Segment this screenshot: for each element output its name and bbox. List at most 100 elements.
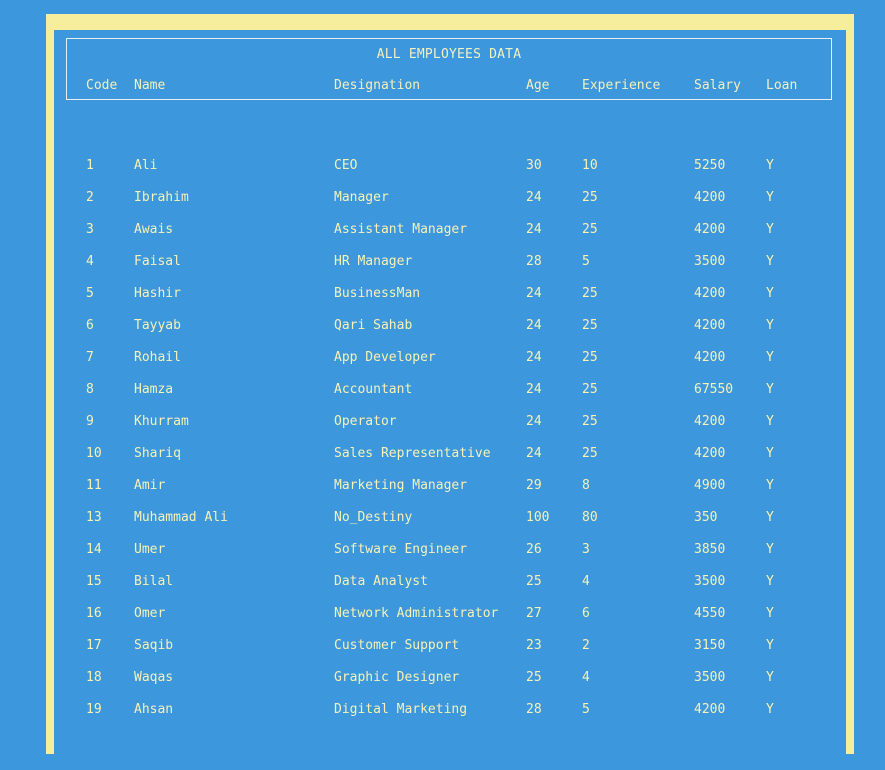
cell-age: 24 <box>526 414 542 429</box>
cell-loan: Y <box>766 350 774 365</box>
cell-name: Umer <box>134 542 166 557</box>
cell-experience: 25 <box>582 318 598 333</box>
cell-salary: 4200 <box>694 414 726 429</box>
cell-code: 14 <box>86 542 102 557</box>
cell-salary: 350 <box>694 510 718 525</box>
cell-designation: CEO <box>334 158 358 173</box>
cell-designation: Assistant Manager <box>334 222 468 237</box>
cell-designation: Sales Representative <box>334 446 491 461</box>
cell-name: Hashir <box>134 286 181 301</box>
cell-code: 17 <box>86 638 102 653</box>
cell-experience: 3 <box>582 542 590 557</box>
cell-name: Shariq <box>134 446 181 461</box>
cell-code: 11 <box>86 478 102 493</box>
cell-age: 24 <box>526 190 542 205</box>
cell-code: 7 <box>86 350 94 365</box>
table-row: 8 Hamza Accountant 24 25 67550 Y <box>54 380 846 400</box>
cell-salary: 4200 <box>694 222 726 237</box>
cell-code: 10 <box>86 446 102 461</box>
cell-designation: HR Manager <box>334 254 413 269</box>
cell-experience: 25 <box>582 446 598 461</box>
cell-name: Bilal <box>134 574 174 589</box>
cell-loan: Y <box>766 382 774 397</box>
cell-name: Muhammad Ali <box>134 510 228 525</box>
cell-age: 24 <box>526 382 542 397</box>
table-row: 15 Bilal Data Analyst 25 4 3500 Y <box>54 572 846 592</box>
cell-code: 5 <box>86 286 94 301</box>
cell-loan: Y <box>766 254 774 269</box>
cell-salary: 4550 <box>694 606 726 621</box>
cell-loan: Y <box>766 574 774 589</box>
cell-salary: 3850 <box>694 542 726 557</box>
cell-code: 16 <box>86 606 102 621</box>
cell-salary: 4200 <box>694 446 726 461</box>
header-experience: Experience <box>582 78 661 93</box>
header-age: Age <box>526 78 550 93</box>
header-name: Name <box>134 78 166 93</box>
cell-designation: Operator <box>334 414 397 429</box>
cell-age: 24 <box>526 222 542 237</box>
header-loan: Loan <box>766 78 798 93</box>
cell-age: 29 <box>526 478 542 493</box>
table-row: 13 Muhammad Ali No_Destiny 100 80 350 Y <box>54 508 846 528</box>
cell-loan: Y <box>766 446 774 461</box>
cell-designation: No_Destiny <box>334 510 413 525</box>
cell-age: 28 <box>526 702 542 717</box>
cell-name: Ibrahim <box>134 190 189 205</box>
cell-loan: Y <box>766 318 774 333</box>
table-row: 4 Faisal HR Manager 28 5 3500 Y <box>54 252 846 272</box>
cell-experience: 25 <box>582 414 598 429</box>
cell-experience: 10 <box>582 158 598 173</box>
cell-designation: Graphic Designer <box>334 670 460 685</box>
cell-loan: Y <box>766 510 774 525</box>
cell-experience: 25 <box>582 190 598 205</box>
cell-age: 28 <box>526 254 542 269</box>
table-row: 1 Ali CEO 30 10 5250 Y <box>54 156 846 176</box>
cell-loan: Y <box>766 414 774 429</box>
cell-salary: 3500 <box>694 254 726 269</box>
cell-salary: 4900 <box>694 478 726 493</box>
cell-designation: Marketing Manager <box>334 478 468 493</box>
cell-name: Saqib <box>134 638 174 653</box>
cell-experience: 2 <box>582 638 590 653</box>
table-row: 18 Waqas Graphic Designer 25 4 3500 Y <box>54 668 846 688</box>
cell-age: 24 <box>526 350 542 365</box>
cell-loan: Y <box>766 542 774 557</box>
cell-name: Ali <box>134 158 158 173</box>
table-row: 2 Ibrahim Manager 24 25 4200 Y <box>54 188 846 208</box>
cell-loan: Y <box>766 158 774 173</box>
cell-loan: Y <box>766 606 774 621</box>
table-row: 16 Omer Network Administrator 27 6 4550 Y <box>54 604 846 624</box>
cell-designation: App Developer <box>334 350 436 365</box>
cell-experience: 4 <box>582 574 590 589</box>
cell-salary: 67550 <box>694 382 734 397</box>
cell-designation: Data Analyst <box>334 574 428 589</box>
cell-age: 27 <box>526 606 542 621</box>
page-title: ALL EMPLOYEES DATA <box>376 47 522 62</box>
cell-loan: Y <box>766 670 774 685</box>
table-row: 9 Khurram Operator 24 25 4200 Y <box>54 412 846 432</box>
console-panel: ALL EMPLOYEES DATA Code Name Designation… <box>54 30 846 770</box>
table-row: 10 Shariq Sales Representative 24 25 4200 Y <box>54 444 846 464</box>
cell-loan: Y <box>766 190 774 205</box>
cell-experience: 8 <box>582 478 590 493</box>
cell-code: 19 <box>86 702 102 717</box>
cell-salary: 5250 <box>694 158 726 173</box>
table-row: 7 Rohail App Developer 24 25 4200 Y <box>54 348 846 368</box>
header-salary: Salary <box>694 78 741 93</box>
cell-loan: Y <box>766 286 774 301</box>
cell-age: 24 <box>526 446 542 461</box>
cell-designation: Qari Sahab <box>334 318 413 333</box>
cell-experience: 4 <box>582 670 590 685</box>
cell-designation: Software Engineer <box>334 542 468 557</box>
cell-age: 24 <box>526 286 542 301</box>
cell-name: Faisal <box>134 254 181 269</box>
cell-loan: Y <box>766 478 774 493</box>
cell-designation: Network Administrator <box>334 606 499 621</box>
cell-loan: Y <box>766 222 774 237</box>
table-row: 5 Hashir BusinessMan 24 25 4200 Y <box>54 284 846 304</box>
cell-experience: 80 <box>582 510 598 525</box>
table-row: 3 Awais Assistant Manager 24 25 4200 Y <box>54 220 846 240</box>
window-frame: ALL EMPLOYEES DATA Code Name Designation… <box>46 14 854 770</box>
cell-name: Ahsan <box>134 702 174 717</box>
